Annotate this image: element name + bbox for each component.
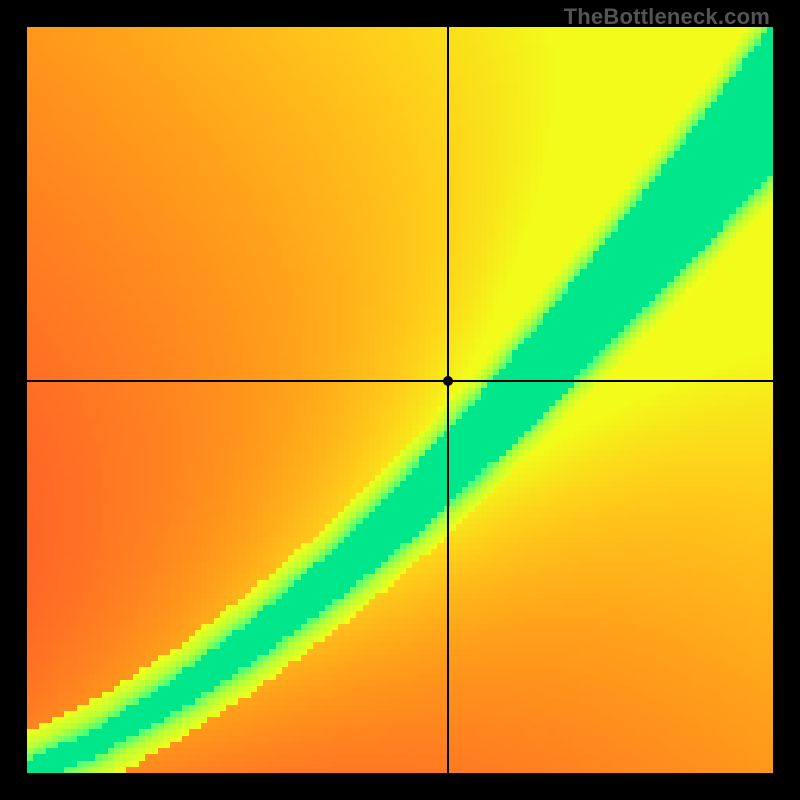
crosshair-horizontal: [27, 380, 773, 382]
crosshair-vertical: [447, 27, 449, 773]
watermark-label: TheBottleneck.com: [564, 4, 770, 30]
crosshair-marker: [443, 376, 453, 386]
heatmap-canvas: [27, 27, 773, 773]
chart-frame: TheBottleneck.com: [0, 0, 800, 800]
